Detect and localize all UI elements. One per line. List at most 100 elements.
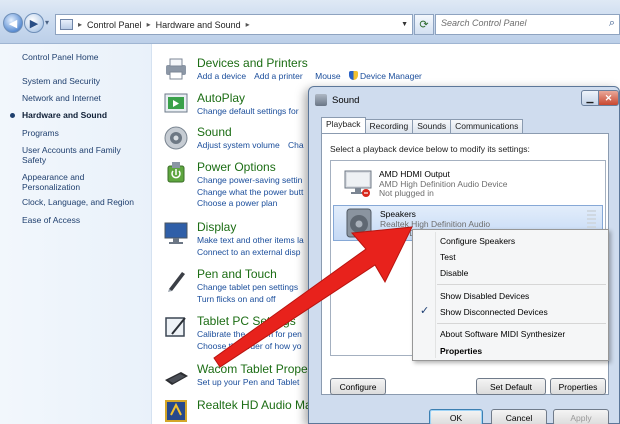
cancel-button[interactable]: Cancel	[491, 409, 547, 424]
category-title[interactable]: AutoPlay	[197, 91, 245, 105]
category-title[interactable]: Wacom Tablet Prope	[197, 362, 308, 376]
change-tablet-pen-link[interactable]: Change tablet pen settings	[197, 282, 298, 294]
category-title[interactable]: Realtek HD Audio Ma	[197, 398, 312, 412]
category-title[interactable]: Display	[197, 220, 236, 234]
device-amd-hdmi[interactable]: AMD HDMI Output AMD High Definition Audi…	[333, 166, 603, 202]
breadcrumb-separator-icon[interactable]: ▸	[246, 20, 250, 29]
search-icon[interactable]: ⌕	[609, 17, 615, 30]
menu-item-disable[interactable]: Disable	[440, 268, 468, 278]
change-power-saving-link[interactable]: Change power-saving settin	[197, 175, 303, 187]
menu-item-show-disconnected[interactable]: Show Disconnected Devices	[440, 307, 548, 317]
breadcrumb-separator-icon[interactable]: ▸	[147, 20, 151, 29]
nav-ease-of-access[interactable]: Ease of Access	[22, 215, 147, 225]
context-menu: Configure Speakers Test Disable Show Dis…	[412, 229, 609, 361]
close-icon: ✕	[604, 92, 613, 103]
choose-power-plan-link[interactable]: Choose a power plan	[197, 198, 303, 210]
properties-button[interactable]: Properties	[550, 378, 606, 395]
nav-network-and-internet[interactable]: Network and Internet	[22, 93, 147, 103]
turn-flicks-link[interactable]: Turn flicks on and off	[197, 294, 298, 306]
back-button[interactable]: ◀	[3, 13, 23, 33]
menu-item-show-disabled[interactable]: Show Disabled Devices	[440, 291, 529, 301]
category-pen-and-touch: Pen and Touch Change tablet pen settings…	[163, 267, 323, 306]
add-printer-link[interactable]: Add a printer	[254, 71, 303, 81]
change-default-settings-link[interactable]: Change default settings for	[197, 106, 299, 116]
dialog-tabs: Playback Recording Sounds Communications	[321, 117, 524, 133]
set-default-button[interactable]: Set Default	[476, 378, 546, 395]
nav-user-accounts[interactable]: User Accounts and Family Safety	[22, 145, 132, 165]
left-navigation: Control Panel Home System and Security N…	[0, 44, 152, 424]
menu-item-test[interactable]: Test	[440, 252, 456, 262]
category-title[interactable]: Pen and Touch	[197, 267, 277, 281]
dialog-title-bar: Sound	[315, 94, 359, 106]
nav-hardware-and-sound[interactable]: Hardware and Sound	[22, 110, 147, 120]
menu-item-configure-speakers[interactable]: Configure Speakers	[440, 236, 515, 246]
nav-programs[interactable]: Programs	[22, 128, 147, 138]
display-icon	[164, 222, 188, 244]
breadcrumb-item-control-panel[interactable]: Control Panel	[87, 20, 142, 30]
search-input[interactable]: Search Control Panel ⌕	[435, 14, 620, 35]
forward-button[interactable]: ▶	[24, 13, 44, 33]
category-title[interactable]: Sound	[197, 125, 232, 139]
category-tablet-pc-settings: Tablet PC Settings Calibrate the screen …	[163, 314, 323, 353]
device-state: Not plugged in	[379, 188, 434, 198]
nav-control-panel-home[interactable]: Control Panel Home	[22, 52, 147, 62]
pen-icon	[168, 272, 185, 292]
tab-recording[interactable]: Recording	[364, 119, 414, 133]
device-name: Speakers	[380, 209, 416, 219]
tab-sounds[interactable]: Sounds	[412, 119, 452, 133]
history-dropdown-icon[interactable]: ▾	[45, 18, 49, 27]
close-button[interactable]: ✕	[598, 90, 619, 106]
address-dropdown-icon[interactable]: ▼	[401, 21, 408, 28]
search-placeholder: Search Control Panel	[441, 18, 527, 28]
apply-button[interactable]: Apply	[553, 409, 609, 424]
sound-dialog-icon	[315, 94, 327, 106]
category-autoplay: AutoPlay Change default settings for	[163, 91, 323, 127]
breadcrumb-separator-icon[interactable]: ▸	[78, 20, 82, 29]
tab-communications[interactable]: Communications	[450, 119, 524, 133]
change-power-button-link[interactable]: Change what the power butt	[197, 187, 303, 199]
nav-system-and-security[interactable]: System and Security	[22, 76, 147, 86]
choose-order-link[interactable]: Choose the order of how yo	[197, 341, 302, 353]
refresh-icon: ⟳	[419, 19, 429, 31]
refresh-button[interactable]: ⟳	[414, 14, 434, 35]
category-title[interactable]: Devices and Printers	[197, 56, 308, 70]
uac-shield-icon	[349, 71, 358, 80]
adjust-volume-link[interactable]: Adjust system volume	[197, 140, 280, 150]
category-power-options: Power Options Change power-saving settin…	[163, 160, 323, 208]
control-panel-icon	[60, 19, 73, 30]
minimize-button[interactable]: ▁	[581, 90, 599, 106]
instruction-text: Select a playback device below to modify…	[330, 144, 530, 154]
category-title[interactable]: Tablet PC Settings	[197, 314, 296, 328]
nav-appearance[interactable]: Appearance and Personalization	[22, 172, 102, 192]
category-display: Display Make text and other items la Con…	[163, 220, 323, 259]
device-state: Default D	[380, 228, 416, 238]
menu-item-properties[interactable]: Properties	[440, 346, 482, 356]
category-devices-and-printers: Devices and Printers Add a device Add a …	[163, 56, 422, 92]
wacom-tablet-icon	[165, 372, 188, 385]
speaker-icon	[164, 126, 188, 150]
configure-button[interactable]: Configure	[330, 378, 386, 395]
speaker-icon	[346, 208, 372, 238]
monitor-icon	[344, 170, 372, 197]
device-name: AMD HDMI Output	[379, 169, 450, 179]
set-up-pen-tablet-link[interactable]: Set up your Pen and Tablet	[197, 377, 299, 389]
breadcrumb-item-hardware-and-sound[interactable]: Hardware and Sound	[156, 20, 241, 30]
make-text-larger-link[interactable]: Make text and other items la	[197, 235, 304, 247]
tab-playback[interactable]: Playback	[321, 117, 366, 133]
minimize-icon: ▁	[586, 92, 594, 103]
nav-clock-language-region[interactable]: Clock, Language, and Region	[22, 197, 147, 207]
tablet-pc-icon	[165, 317, 186, 337]
power-options-icon	[167, 162, 185, 183]
change-system-sounds-link[interactable]: Cha	[288, 140, 304, 150]
ok-button[interactable]: OK	[429, 409, 483, 424]
forward-arrow-icon: ▶	[29, 17, 39, 30]
category-title[interactable]: Power Options	[197, 160, 276, 174]
calibrate-screen-link[interactable]: Calibrate the screen for pen	[197, 329, 302, 341]
breadcrumb[interactable]: ▸ Control Panel ▸ Hardware and Sound ▸ ▼	[55, 14, 413, 35]
connect-external-display-link[interactable]: Connect to an external disp	[197, 247, 304, 259]
menu-item-about-midi[interactable]: About Software MIDI Synthesizer	[440, 329, 565, 339]
printer-icon	[166, 58, 186, 80]
mouse-link[interactable]: Mouse	[315, 71, 341, 81]
add-device-link[interactable]: Add a device	[197, 71, 246, 81]
device-manager-link[interactable]: Device Manager	[360, 71, 422, 81]
